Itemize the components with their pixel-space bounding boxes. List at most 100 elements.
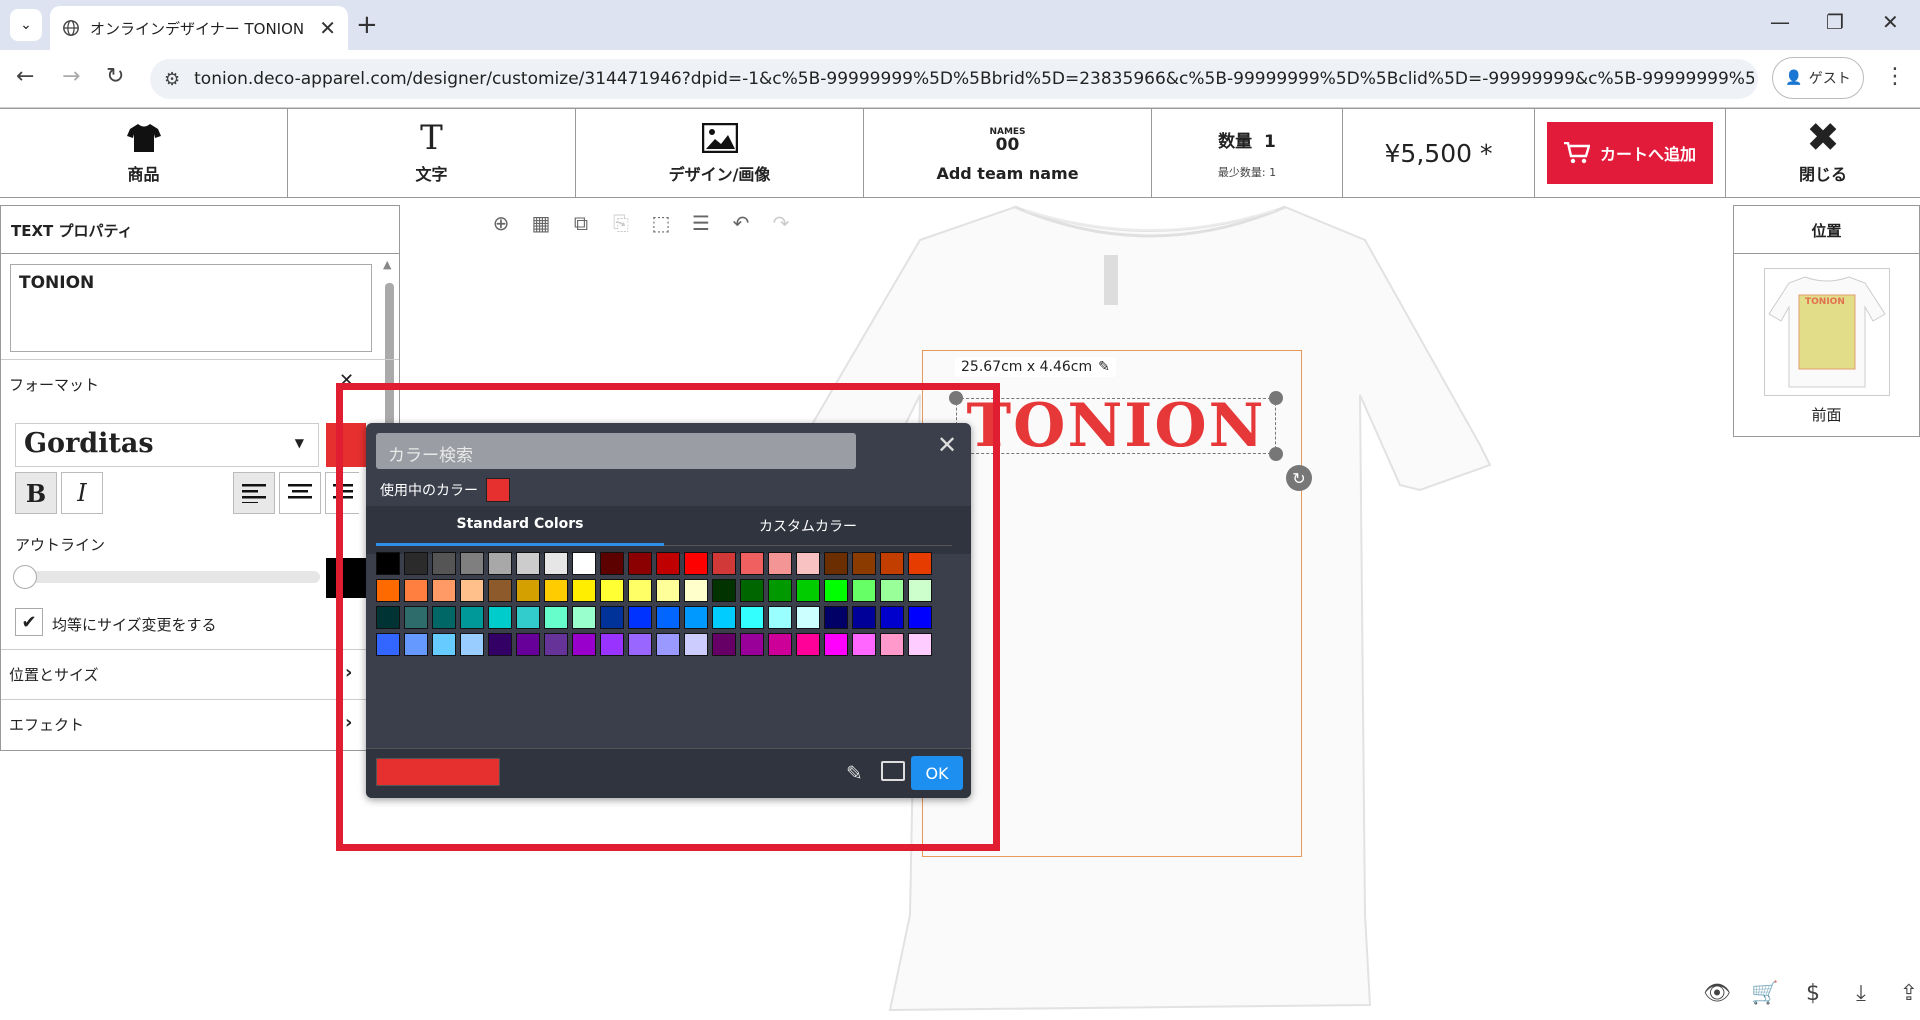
italic-button[interactable]: I bbox=[61, 472, 103, 514]
color-swatch[interactable] bbox=[908, 633, 932, 656]
close-icon[interactable]: ✕ bbox=[937, 431, 957, 459]
color-swatch[interactable] bbox=[432, 606, 456, 629]
browser-menu-icon[interactable]: ⋮ bbox=[1884, 64, 1906, 89]
color-swatch[interactable] bbox=[880, 606, 904, 629]
uniform-resize-checkbox[interactable]: ✔ bbox=[15, 608, 43, 636]
color-search-input[interactable]: カラー検索 bbox=[376, 433, 856, 469]
color-swatch[interactable] bbox=[460, 552, 484, 575]
back-icon[interactable]: ← bbox=[16, 64, 34, 89]
add-to-cart-button[interactable]: カートへ追加 bbox=[1547, 122, 1713, 184]
close-tab-icon[interactable]: ✕ bbox=[319, 16, 336, 40]
color-swatch[interactable] bbox=[432, 552, 456, 575]
color-swatch[interactable] bbox=[460, 633, 484, 656]
color-swatch[interactable] bbox=[656, 606, 680, 629]
color-swatch[interactable] bbox=[628, 579, 652, 602]
color-swatch[interactable] bbox=[404, 579, 428, 602]
color-swatch[interactable] bbox=[544, 606, 568, 629]
color-swatch[interactable] bbox=[796, 579, 820, 602]
preview-eye-icon[interactable]: 👁 bbox=[1702, 978, 1732, 1008]
color-swatch[interactable] bbox=[460, 606, 484, 629]
color-swatch[interactable] bbox=[460, 579, 484, 602]
browser-tab[interactable]: オンラインデザイナー TONION ✕ bbox=[50, 6, 348, 50]
color-swatch[interactable] bbox=[824, 633, 848, 656]
color-swatch[interactable] bbox=[740, 579, 764, 602]
color-swatch[interactable] bbox=[712, 633, 736, 656]
new-tab-button[interactable]: + bbox=[356, 10, 378, 40]
color-swatch[interactable] bbox=[404, 606, 428, 629]
color-swatch[interactable] bbox=[488, 579, 512, 602]
color-swatch[interactable] bbox=[656, 633, 680, 656]
color-swatch[interactable] bbox=[628, 606, 652, 629]
url-field[interactable]: ⚙ tonion.deco-apparel.com/designer/custo… bbox=[150, 59, 1758, 99]
color-swatch[interactable] bbox=[628, 552, 652, 575]
color-swatch[interactable] bbox=[516, 633, 540, 656]
color-swatch[interactable] bbox=[768, 633, 792, 656]
resize-handle[interactable] bbox=[1269, 447, 1283, 461]
text-button[interactable]: T 文字 bbox=[288, 109, 576, 197]
color-swatch[interactable] bbox=[852, 552, 876, 575]
color-swatch[interactable] bbox=[432, 579, 456, 602]
product-button[interactable]: 商品 bbox=[0, 109, 288, 197]
tab-custom-colors[interactable]: カスタムカラー bbox=[664, 506, 952, 546]
color-swatch[interactable] bbox=[376, 633, 400, 656]
bold-button[interactable]: B bbox=[15, 472, 57, 514]
font-select[interactable]: Gorditas ▼ bbox=[15, 423, 319, 467]
color-swatch[interactable] bbox=[516, 606, 540, 629]
color-swatch[interactable] bbox=[628, 633, 652, 656]
color-swatch[interactable] bbox=[544, 579, 568, 602]
color-swatch[interactable] bbox=[572, 606, 596, 629]
select-icon[interactable]: ⬚ bbox=[644, 206, 678, 240]
front-view-thumbnail[interactable]: TONION bbox=[1764, 268, 1890, 396]
color-swatch[interactable] bbox=[488, 633, 512, 656]
color-swatch[interactable] bbox=[376, 552, 400, 575]
color-swatch[interactable] bbox=[572, 633, 596, 656]
color-swatch[interactable] bbox=[516, 579, 540, 602]
color-swatch[interactable] bbox=[740, 633, 764, 656]
outline-slider[interactable] bbox=[13, 565, 320, 589]
color-swatch[interactable] bbox=[796, 606, 820, 629]
profile-button[interactable]: 👤 ゲスト bbox=[1772, 57, 1864, 99]
color-swatch[interactable] bbox=[544, 552, 568, 575]
color-swatch[interactable] bbox=[712, 606, 736, 629]
window-close-icon[interactable]: ✕ bbox=[1882, 10, 1899, 34]
color-swatch[interactable] bbox=[796, 633, 820, 656]
color-swatch[interactable] bbox=[684, 606, 708, 629]
color-swatch[interactable] bbox=[908, 606, 932, 629]
color-swatch[interactable] bbox=[684, 633, 708, 656]
color-swatch[interactable] bbox=[600, 552, 624, 575]
eyedropper-icon[interactable]: ✎ bbox=[846, 761, 863, 785]
scroll-up-icon[interactable]: ▲ bbox=[383, 258, 391, 271]
resize-handle[interactable] bbox=[1269, 391, 1283, 405]
color-swatch[interactable] bbox=[880, 633, 904, 656]
color-swatch[interactable] bbox=[516, 552, 540, 575]
forward-icon[interactable]: → bbox=[62, 64, 80, 89]
align-center-button[interactable] bbox=[279, 472, 321, 514]
copy-icon[interactable]: ⧉ bbox=[564, 206, 598, 240]
minimize-icon[interactable]: — bbox=[1770, 10, 1790, 34]
color-swatch[interactable] bbox=[852, 633, 876, 656]
quantity-cell[interactable]: 数量 1 最少数量: 1 bbox=[1152, 109, 1343, 197]
color-swatch[interactable] bbox=[376, 606, 400, 629]
color-swatch[interactable] bbox=[796, 552, 820, 575]
text-input[interactable]: TONION bbox=[10, 264, 372, 352]
color-swatch[interactable] bbox=[432, 633, 456, 656]
site-info-icon[interactable]: ⚙ bbox=[164, 69, 180, 90]
ok-button[interactable]: OK bbox=[911, 756, 963, 790]
close-designer-button[interactable]: ✖ 閉じる bbox=[1726, 109, 1920, 197]
tab-standard-colors[interactable]: Standard Colors bbox=[376, 506, 664, 546]
grid-icon[interactable]: ▦ bbox=[524, 206, 558, 240]
color-swatch[interactable] bbox=[572, 579, 596, 602]
color-swatch[interactable] bbox=[684, 552, 708, 575]
share-icon[interactable]: ⇪ bbox=[1894, 978, 1920, 1008]
color-swatch[interactable] bbox=[768, 579, 792, 602]
color-swatch[interactable] bbox=[824, 552, 848, 575]
color-swatch[interactable] bbox=[684, 579, 708, 602]
tab-search-button[interactable]: ⌄ bbox=[10, 9, 42, 41]
color-swatch[interactable] bbox=[656, 579, 680, 602]
team-name-button[interactable]: NAMES 00 Add team name bbox=[864, 109, 1152, 197]
color-swatch[interactable] bbox=[712, 552, 736, 575]
color-swatch[interactable] bbox=[488, 552, 512, 575]
design-image-button[interactable]: デザイン/画像 bbox=[576, 109, 864, 197]
color-swatch[interactable] bbox=[376, 579, 400, 602]
color-swatch[interactable] bbox=[544, 633, 568, 656]
